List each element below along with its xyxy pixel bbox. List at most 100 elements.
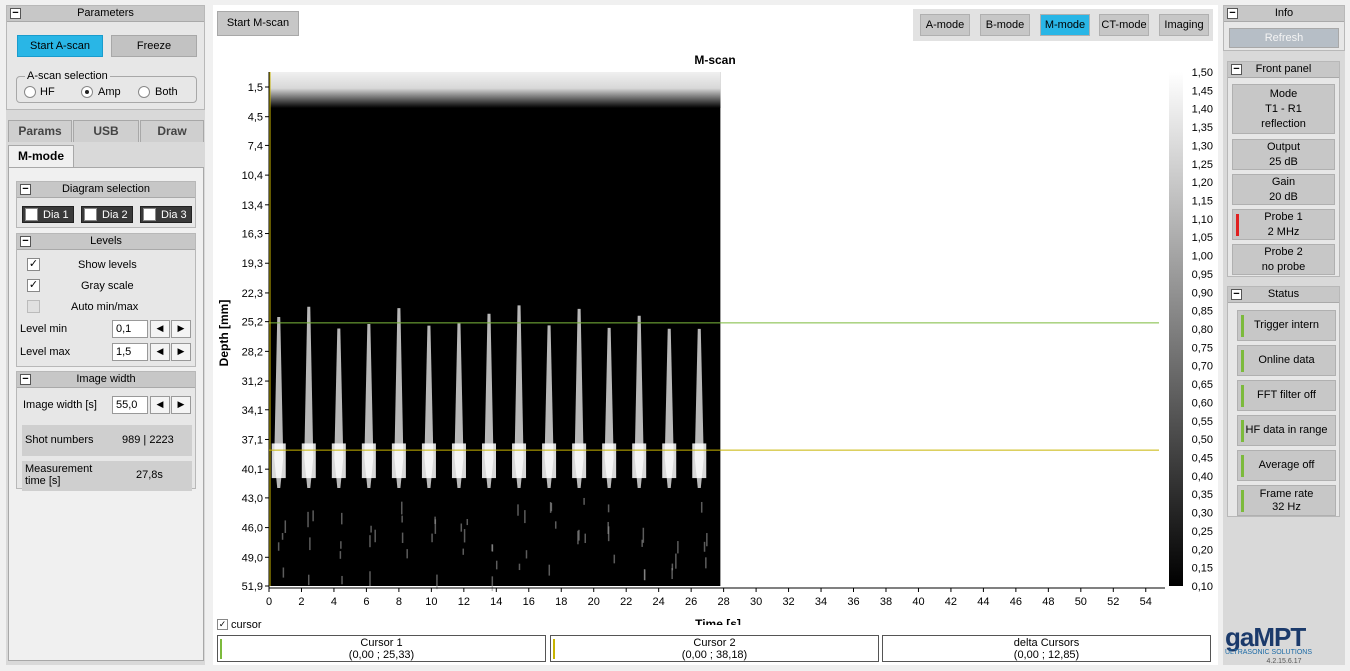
gray-scale-checkbox[interactable]: ✓ [27, 279, 40, 292]
echo-noise [677, 541, 679, 554]
image-width-increase-icon[interactable]: ▶ [171, 396, 191, 414]
x-tick-label: 54 [1140, 596, 1152, 608]
dia1-checkbox[interactable]: ✓ [25, 208, 38, 221]
mscan-top-band [269, 72, 721, 108]
echo-band [602, 443, 617, 479]
output-value: 25 dB [1269, 156, 1298, 168]
colorbar-tick-label: 1,25 [1192, 159, 1213, 171]
level-min-input[interactable]: 0,1 [112, 320, 148, 338]
x-tick-label: 38 [880, 596, 892, 608]
radio-hf[interactable] [24, 86, 36, 98]
tab-draw[interactable]: Draw [140, 120, 204, 142]
parameters-group: − Parameters Start A-scan Freeze A-scan … [6, 5, 205, 110]
dia3-toggle[interactable]: Dia 3 [140, 206, 192, 223]
y-tick-label: 25,2 [242, 317, 263, 329]
level-min-increase-icon[interactable]: ▶ [171, 320, 191, 338]
image-width-input[interactable]: 55,0 [112, 396, 148, 414]
tab-params[interactable]: Params [8, 120, 72, 142]
x-tick-label: 14 [490, 596, 502, 608]
echo-noise [460, 523, 463, 532]
auto-minmax-checkbox[interactable] [27, 300, 40, 313]
show-levels-checkbox[interactable]: ✓ [27, 258, 40, 271]
collapse-icon[interactable]: − [10, 8, 21, 19]
probe2-label: Probe 2 [1264, 246, 1303, 258]
freeze-button[interactable]: Freeze [111, 35, 197, 57]
echo-noise [369, 571, 371, 587]
collapse-icon[interactable]: − [20, 184, 31, 195]
level-min-decrease-icon[interactable]: ◀ [150, 320, 170, 338]
echo-noise [643, 569, 646, 581]
collapse-icon[interactable]: − [1227, 8, 1238, 19]
parameters-header: − Parameters [7, 6, 204, 22]
x-tick-label: 12 [458, 596, 470, 608]
mode-info: Mode T1 - R1 reflection [1232, 84, 1335, 134]
colorbar-tick-label: 0,45 [1192, 453, 1213, 465]
refresh-button[interactable]: Refresh [1229, 28, 1339, 48]
info-header: − Info [1224, 6, 1344, 22]
diagram-selection-group: − Diagram selection ✓ Dia 1 Dia 2 Dia 3 [16, 181, 196, 228]
dia2-toggle[interactable]: Dia 2 [81, 206, 133, 223]
image-width-decrease-icon[interactable]: ◀ [150, 396, 170, 414]
dia2-checkbox[interactable] [84, 208, 97, 221]
y-tick-label: 4,5 [248, 112, 263, 124]
y-tick-label: 40,1 [242, 464, 263, 476]
measurement-row: Measurement time [s] 27,8s [22, 461, 192, 491]
radio-amp[interactable] [81, 86, 93, 98]
radio-both[interactable] [138, 86, 150, 98]
status-indicator [1241, 455, 1244, 477]
mscan-image [269, 72, 721, 586]
status-indicator [1241, 490, 1244, 512]
level-max-decrease-icon[interactable]: ◀ [150, 343, 170, 361]
level-max-input[interactable]: 1,5 [112, 343, 148, 361]
tab-usb[interactable]: USB [73, 120, 139, 142]
status-online-label: Online data [1258, 354, 1315, 366]
gain-info: Gain 20 dB [1232, 174, 1335, 205]
cursor-checkbox[interactable]: ✓ [217, 619, 228, 630]
echo-noise [517, 504, 519, 516]
echo-noise [700, 501, 703, 513]
start-ascan-button[interactable]: Start A-scan [17, 35, 103, 57]
collapse-icon[interactable]: − [20, 374, 31, 385]
x-tick-label: 40 [912, 596, 924, 608]
level-min-label: Level min [20, 323, 68, 335]
echo-noise [340, 541, 342, 549]
cursor-toggle-label: cursor [231, 619, 262, 631]
cursor2-value: (0,00 ; 38,18) [681, 649, 748, 661]
x-tick-label: 10 [425, 596, 437, 608]
image-width-header: − Image width [17, 372, 195, 388]
logo-tagline: ULTRASONIC SOLUTIONS [1225, 649, 1312, 656]
measurement-label: Measurement time [s] [25, 463, 93, 487]
echo-noise [401, 515, 403, 523]
echo-band [572, 443, 587, 479]
echo-noise [431, 533, 433, 543]
echo-noise [370, 525, 372, 533]
radio-hf-label: HF [40, 86, 55, 98]
collapse-icon[interactable]: − [1231, 64, 1242, 75]
echo-noise [307, 574, 310, 586]
level-max-increase-icon[interactable]: ▶ [171, 343, 191, 361]
dia1-toggle[interactable]: ✓ Dia 1 [22, 206, 74, 223]
echo-noise [466, 519, 469, 526]
y-tick-label: 43,0 [242, 493, 263, 505]
dia3-label: Dia 3 [161, 209, 187, 221]
colorbar-tick-label: 0,90 [1192, 287, 1213, 299]
echo-noise [583, 497, 585, 505]
y-tick-label: 51,9 [242, 581, 263, 593]
dia3-checkbox[interactable] [143, 208, 156, 221]
collapse-icon[interactable]: − [20, 236, 31, 247]
tab-mmode[interactable]: M-mode [8, 145, 74, 167]
echo-noise [550, 502, 553, 512]
chart-title: M-scan [694, 53, 735, 67]
x-tick-label: 8 [396, 596, 402, 608]
status-indicator [1241, 385, 1244, 407]
mode-value-1: T1 - R1 [1265, 103, 1302, 115]
levels-group: − Levels ✓ Show levels ✓ Gray scale Auto… [16, 233, 196, 367]
colorbar-tick-label: 0,50 [1192, 434, 1213, 446]
y-tick-label: 34,1 [242, 405, 263, 417]
echo-noise [607, 504, 610, 513]
echo-noise [401, 501, 403, 515]
echo-noise [675, 553, 677, 569]
echo-noise [495, 560, 498, 570]
collapse-icon[interactable]: − [1231, 289, 1242, 300]
echo-noise [641, 539, 643, 547]
